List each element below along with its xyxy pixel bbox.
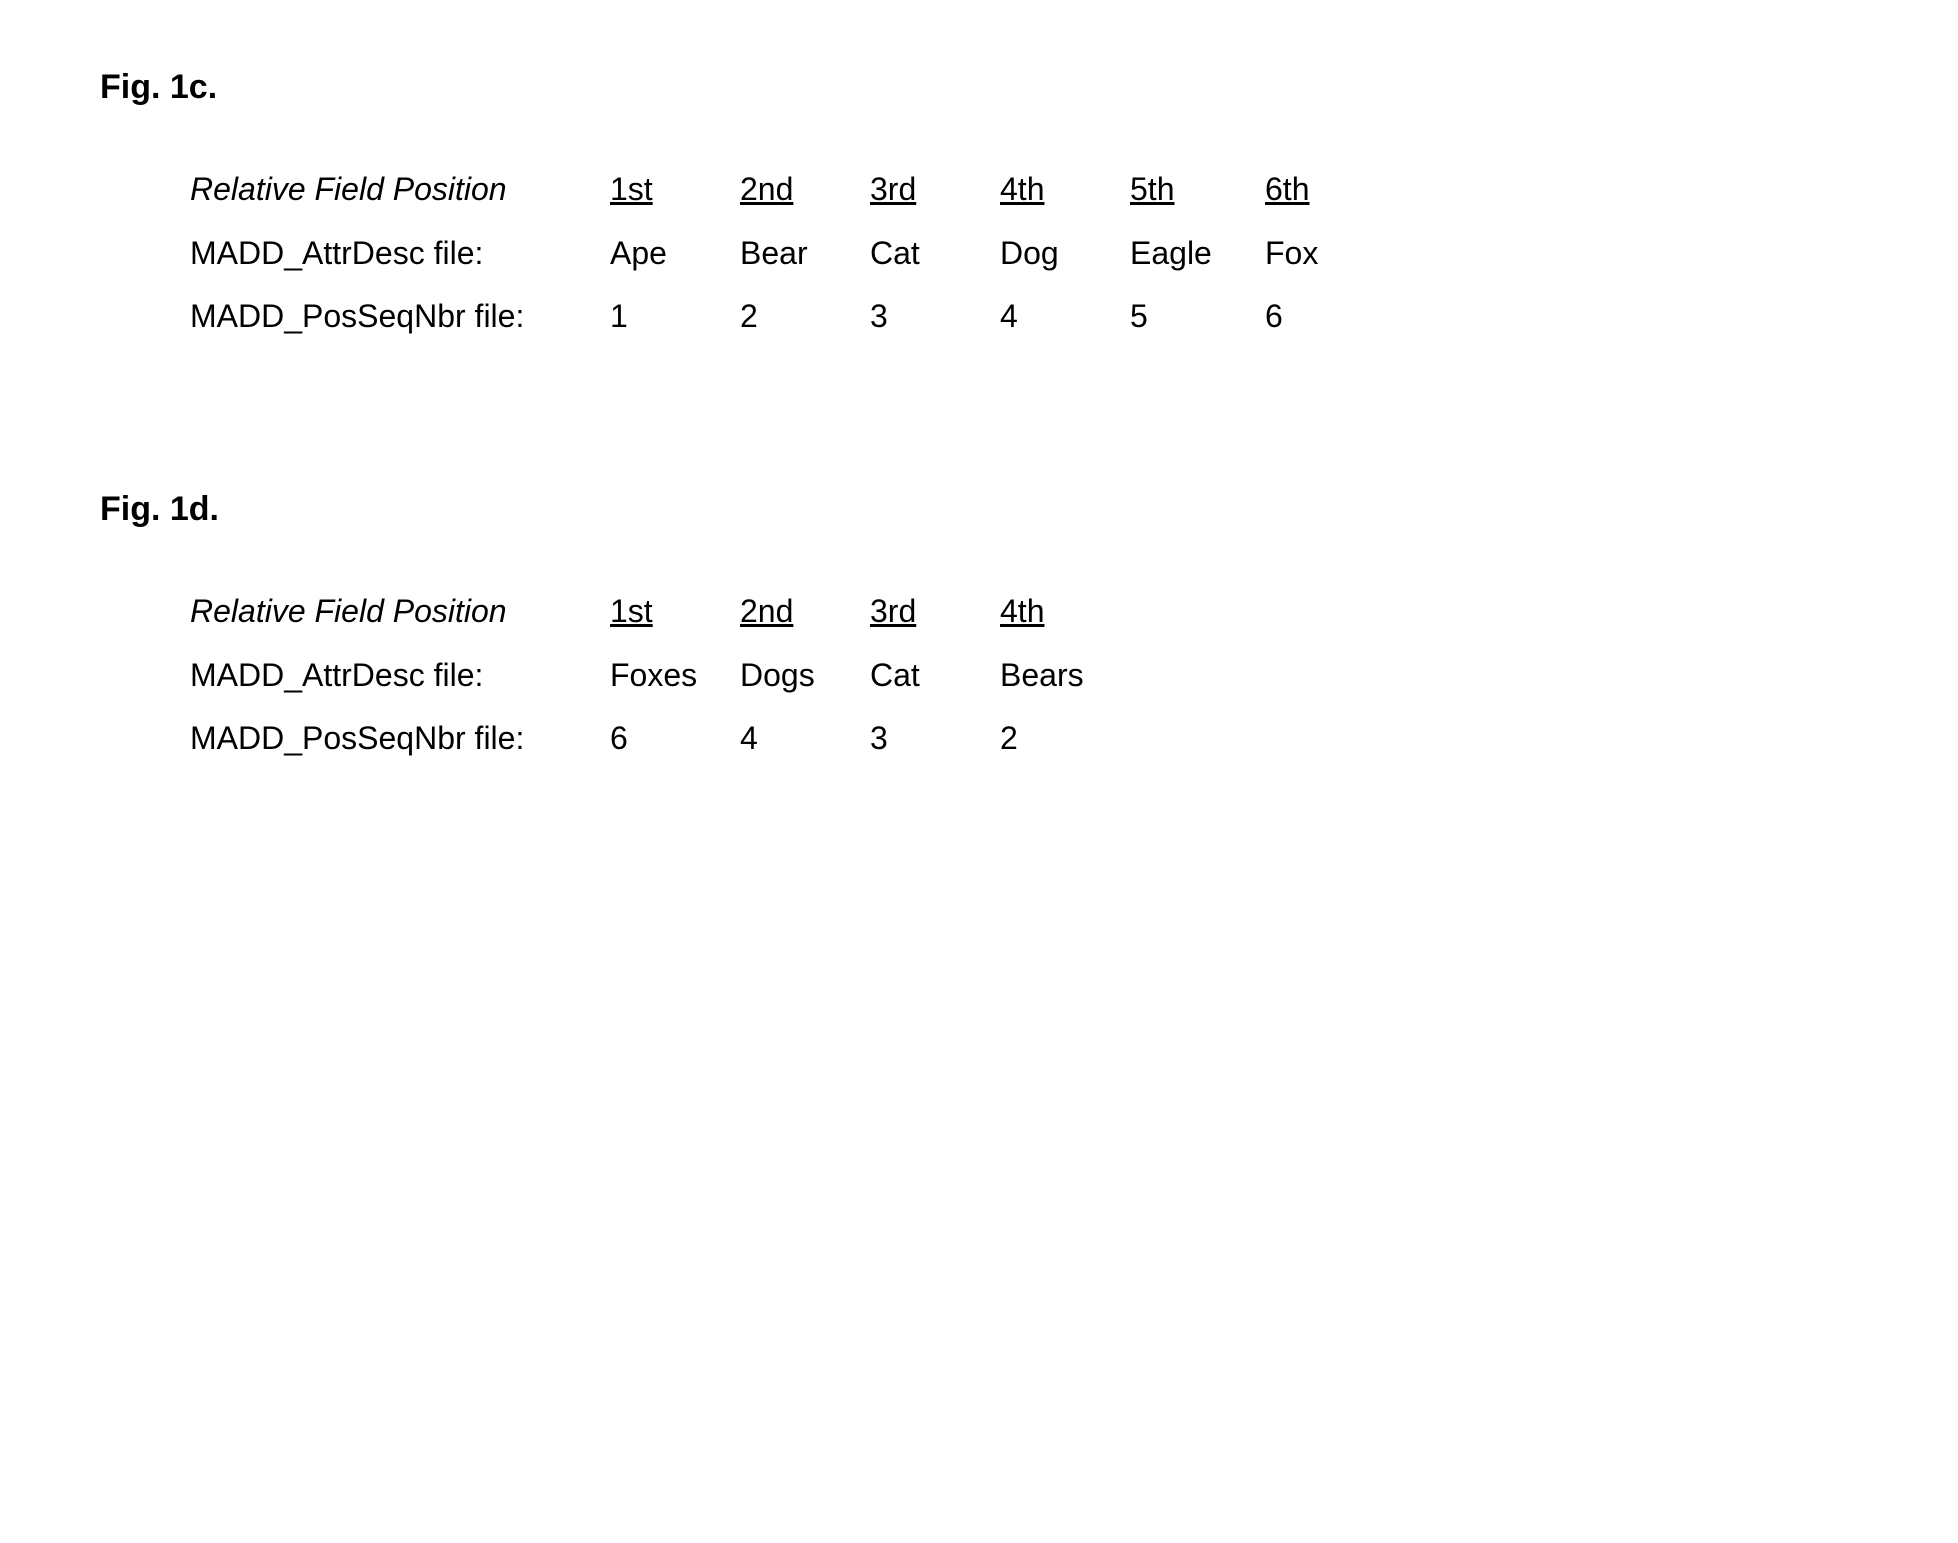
header-cell: 1st [610, 586, 740, 637]
header-cell: 3rd [870, 586, 1000, 637]
data-cell: Dog [1000, 228, 1130, 279]
table-row: MADD_AttrDesc file: Foxes Dogs Cat Bears [190, 650, 1858, 701]
data-cell: Bear [740, 228, 870, 279]
figure-1c: Fig. 1c. Relative Field Position 1st 2nd… [100, 60, 1858, 342]
header-cell: 4th [1000, 586, 1130, 637]
row-label: MADD_AttrDesc file: [190, 228, 610, 279]
header-cell: 5th [1130, 164, 1265, 215]
header-cell: 6th [1265, 164, 1395, 215]
data-cell: 6 [610, 713, 740, 764]
header-label: Relative Field Position [190, 586, 610, 637]
header-cell: 4th [1000, 164, 1130, 215]
row-label: MADD_PosSeqNbr file: [190, 713, 610, 764]
table-row: MADD_AttrDesc file: Ape Bear Cat Dog Eag… [190, 228, 1858, 279]
data-cell: Fox [1265, 228, 1395, 279]
data-cell: Foxes [610, 650, 740, 701]
row-label: MADD_AttrDesc file: [190, 650, 610, 701]
data-cell: 1 [610, 291, 740, 342]
header-cell: 2nd [740, 586, 870, 637]
header-row: Relative Field Position 1st 2nd 3rd 4th [190, 586, 1858, 637]
table-row: MADD_PosSeqNbr file: 1 2 3 4 5 6 [190, 291, 1858, 342]
data-table: Relative Field Position 1st 2nd 3rd 4th … [190, 164, 1858, 342]
data-cell: 4 [740, 713, 870, 764]
data-cell: 6 [1265, 291, 1395, 342]
data-cell: 4 [1000, 291, 1130, 342]
header-cell: 3rd [870, 164, 1000, 215]
header-cell: 2nd [740, 164, 870, 215]
header-row: Relative Field Position 1st 2nd 3rd 4th … [190, 164, 1858, 215]
header-label: Relative Field Position [190, 164, 610, 215]
table-row: MADD_PosSeqNbr file: 6 4 3 2 [190, 713, 1858, 764]
data-cell: 2 [1000, 713, 1130, 764]
figure-title: Fig. 1c. [100, 60, 1858, 114]
data-table: Relative Field Position 1st 2nd 3rd 4th … [190, 586, 1858, 764]
data-cell: Bears [1000, 650, 1130, 701]
data-cell: 2 [740, 291, 870, 342]
data-cell: 5 [1130, 291, 1265, 342]
data-cell: Cat [870, 650, 1000, 701]
data-cell: Dogs [740, 650, 870, 701]
data-cell: Eagle [1130, 228, 1265, 279]
data-cell: 3 [870, 291, 1000, 342]
figure-1d: Fig. 1d. Relative Field Position 1st 2nd… [100, 482, 1858, 764]
figure-title: Fig. 1d. [100, 482, 1858, 536]
header-cell: 1st [610, 164, 740, 215]
data-cell: 3 [870, 713, 1000, 764]
data-cell: Cat [870, 228, 1000, 279]
row-label: MADD_PosSeqNbr file: [190, 291, 610, 342]
data-cell: Ape [610, 228, 740, 279]
